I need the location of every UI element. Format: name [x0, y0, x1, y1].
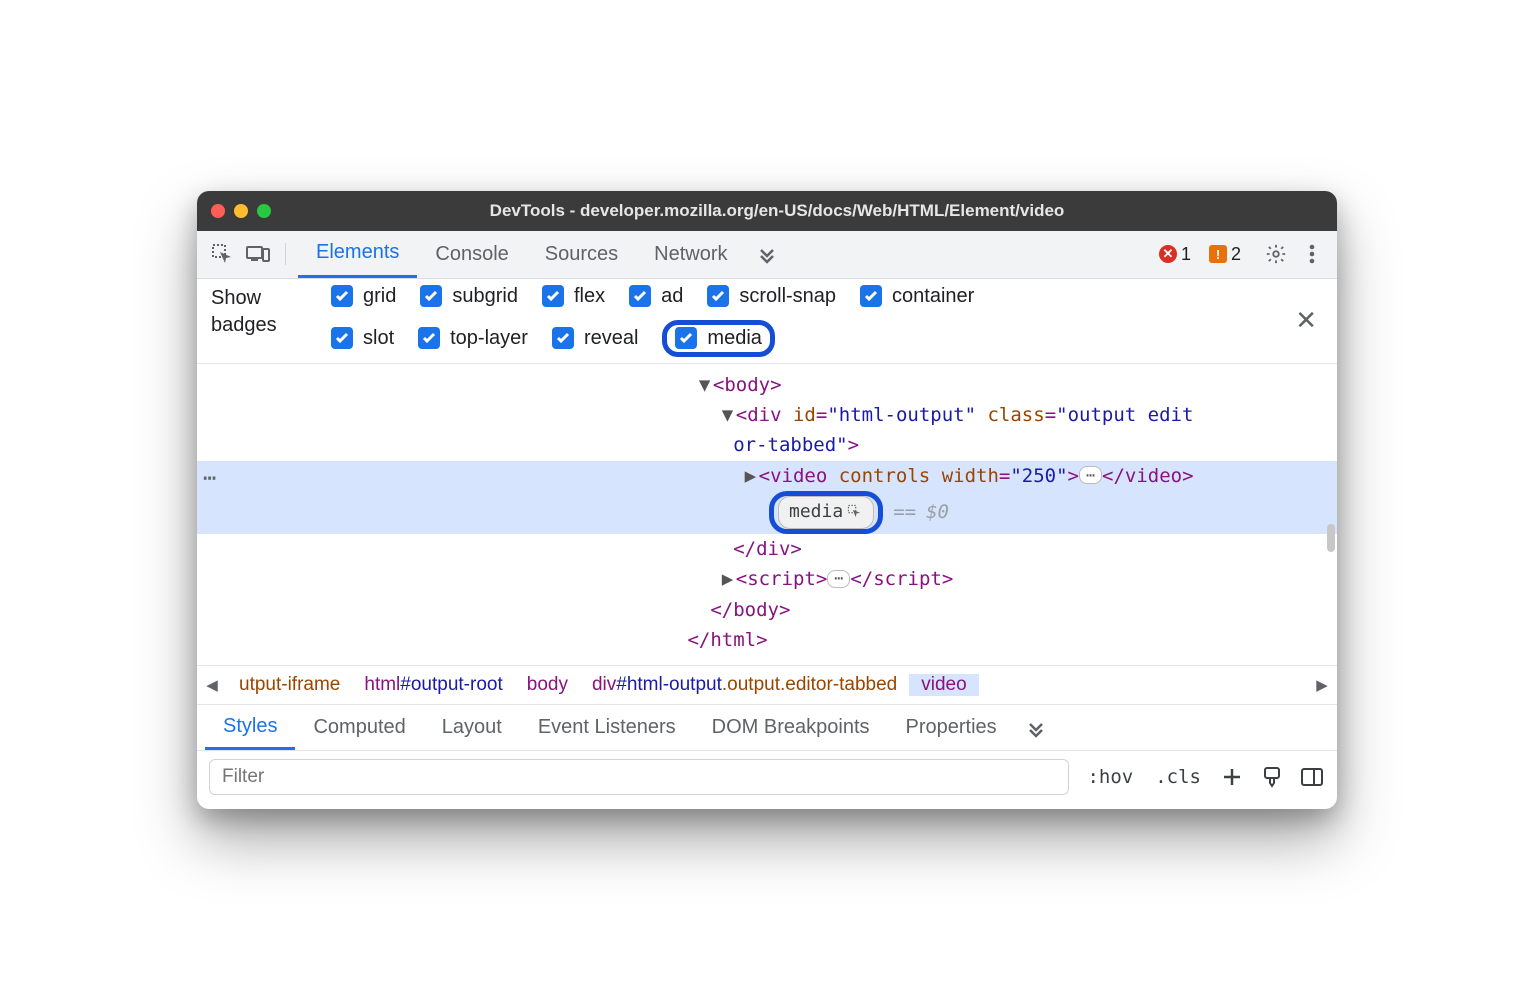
- styles-filter-row: :hov .cls: [197, 751, 1337, 809]
- badge-checkbox-scroll-snap[interactable]: scroll-snap: [707, 285, 836, 308]
- breadcrumb-scroll-right[interactable]: ▶: [1307, 676, 1337, 694]
- checkmark-icon: [420, 285, 442, 307]
- breadcrumb-item[interactable]: utput-iframe: [227, 674, 352, 696]
- dom-node-div[interactable]: ▼<div id="html-output" class="output edi…: [197, 400, 1337, 430]
- subtab-layout[interactable]: Layout: [424, 705, 520, 750]
- dom-node-body[interactable]: ▼<body>: [197, 370, 1337, 400]
- badge-checkbox-top-layer[interactable]: top-layer: [418, 327, 528, 350]
- badges-list: grid subgrid flex ad scroll-snap contain…: [331, 285, 1259, 357]
- media-badge-highlighted: media: [769, 491, 883, 534]
- new-style-rule-icon[interactable]: [1219, 764, 1245, 790]
- dom-node-html-close[interactable]: </html>: [197, 625, 1337, 655]
- dom-node-script[interactable]: ▶<script>⋯</script>: [197, 564, 1337, 594]
- breadcrumb-bar: ◀ utput-iframe html#output-root body div…: [197, 665, 1337, 705]
- badge-checkbox-subgrid[interactable]: subgrid: [420, 285, 518, 308]
- tab-console[interactable]: Console: [417, 231, 526, 278]
- more-tabs-button[interactable]: [746, 231, 788, 278]
- settings-icon[interactable]: [1261, 239, 1291, 269]
- maximize-window-button[interactable]: [257, 204, 271, 218]
- error-count[interactable]: ✕ 1: [1153, 244, 1197, 265]
- checkmark-icon: [860, 285, 882, 307]
- checkmark-icon: [707, 285, 729, 307]
- checkmark-icon: [418, 327, 440, 349]
- badge-checkbox-flex[interactable]: flex: [542, 285, 605, 308]
- error-icon: ✕: [1159, 245, 1177, 263]
- inspect-small-icon: [847, 504, 863, 520]
- collapsed-content-icon[interactable]: ⋯: [827, 570, 850, 588]
- breadcrumb-scroll-left[interactable]: ◀: [197, 676, 227, 694]
- computed-sidebar-icon[interactable]: [1299, 764, 1325, 790]
- breadcrumb-item-selected[interactable]: video: [909, 674, 978, 696]
- dom-node-body-close[interactable]: </body>: [197, 595, 1337, 625]
- close-window-button[interactable]: [211, 204, 225, 218]
- subtab-computed[interactable]: Computed: [295, 705, 423, 750]
- badges-label: Show badges: [211, 285, 301, 339]
- dom-node-video-badge-row: media == $0: [197, 491, 1337, 534]
- toolbar-separator: [285, 243, 286, 265]
- badge-checkbox-media-highlighted: media: [662, 320, 774, 357]
- dom-node-div-cont[interactable]: or-tabbed">: [197, 430, 1337, 460]
- badges-toolbar: Show badges grid subgrid flex ad scroll-…: [197, 279, 1337, 364]
- tab-network[interactable]: Network: [636, 231, 745, 278]
- expand-icon[interactable]: ▶: [722, 564, 736, 594]
- checkmark-icon: [629, 285, 651, 307]
- close-badges-bar-button[interactable]: ✕: [1289, 305, 1323, 336]
- kebab-menu-icon[interactable]: [1297, 239, 1327, 269]
- warning-count[interactable]: ! 2: [1203, 244, 1247, 265]
- styles-subtabs: Styles Computed Layout Event Listeners D…: [197, 705, 1337, 751]
- tab-elements[interactable]: Elements: [298, 231, 417, 278]
- subtab-event-listeners[interactable]: Event Listeners: [520, 705, 694, 750]
- cls-toggle[interactable]: .cls: [1151, 764, 1205, 790]
- traffic-lights: [211, 204, 271, 218]
- subtab-styles[interactable]: Styles: [205, 705, 295, 750]
- badge-checkbox-grid[interactable]: grid: [331, 285, 396, 308]
- warning-count-value: 2: [1231, 244, 1241, 265]
- badge-checkbox-media[interactable]: media: [675, 327, 761, 350]
- hov-toggle[interactable]: :hov: [1083, 764, 1137, 790]
- badge-checkbox-reveal[interactable]: reveal: [552, 327, 638, 350]
- subtab-properties[interactable]: Properties: [888, 705, 1015, 750]
- checkmark-icon: [331, 327, 353, 349]
- media-badge[interactable]: media: [778, 496, 874, 529]
- checkmark-icon: [552, 327, 574, 349]
- badge-checkbox-ad[interactable]: ad: [629, 285, 683, 308]
- device-toolbar-icon[interactable]: [243, 239, 273, 269]
- titlebar: DevTools - developer.mozilla.org/en-US/d…: [197, 191, 1337, 231]
- expand-icon[interactable]: ▶: [745, 461, 759, 491]
- paint-flash-icon[interactable]: [1259, 764, 1285, 790]
- warning-icon: !: [1209, 245, 1227, 263]
- collapse-icon[interactable]: ▼: [722, 400, 736, 430]
- subtab-dom-breakpoints[interactable]: DOM Breakpoints: [694, 705, 888, 750]
- collapse-icon[interactable]: ▼: [699, 370, 713, 400]
- checkmark-icon: [542, 285, 564, 307]
- dom-node-div-close[interactable]: </div>: [197, 534, 1337, 564]
- inspect-element-icon[interactable]: [207, 239, 237, 269]
- checkmark-icon: [331, 285, 353, 307]
- checkmark-icon: [675, 327, 697, 349]
- styles-filter-input[interactable]: [209, 759, 1069, 795]
- dollar-zero-ref: $0: [926, 497, 949, 527]
- window-title: DevTools - developer.mozilla.org/en-US/d…: [291, 201, 1263, 221]
- dom-node-video-selected[interactable]: ⋯ ▶<video controls width="250">⋯</video>: [197, 461, 1337, 491]
- main-toolbar: Elements Console Sources Network ✕ 1 ! 2: [197, 231, 1337, 279]
- tab-sources[interactable]: Sources: [527, 231, 636, 278]
- more-subtabs-button[interactable]: [1015, 705, 1057, 750]
- breadcrumb-item[interactable]: div#html-output.output.editor-tabbed: [580, 674, 909, 696]
- equals-indicator: ==: [893, 497, 916, 527]
- collapsed-content-icon[interactable]: ⋯: [1079, 466, 1102, 484]
- devtools-window: DevTools - developer.mozilla.org/en-US/d…: [197, 191, 1337, 810]
- dom-tree[interactable]: ▼<body> ▼<div id="html-output" class="ou…: [197, 364, 1337, 666]
- panel-tabs: Elements Console Sources Network: [298, 231, 788, 278]
- error-count-value: 1: [1181, 244, 1191, 265]
- breadcrumb-item[interactable]: html#output-root: [352, 674, 514, 696]
- badge-checkbox-container[interactable]: container: [860, 285, 974, 308]
- breadcrumb-item[interactable]: body: [515, 674, 580, 696]
- minimize-window-button[interactable]: [234, 204, 248, 218]
- badge-checkbox-slot[interactable]: slot: [331, 327, 394, 350]
- scrollbar-thumb[interactable]: [1327, 524, 1335, 552]
